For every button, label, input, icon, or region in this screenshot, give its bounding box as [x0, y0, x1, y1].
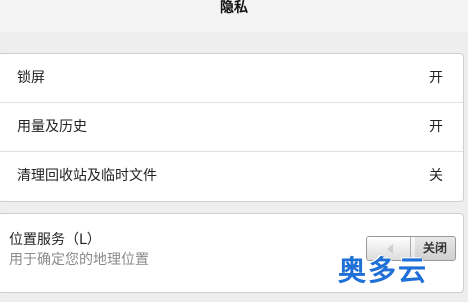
privacy-settings-group: 锁屏 开 用量及历史 开 清理回收站及临时文件 关 — [0, 53, 464, 202]
header-bar: 隐私 — [0, 0, 468, 32]
setting-label: 锁屏 — [17, 70, 45, 86]
watermark-logo: 奥多云 — [338, 254, 429, 287]
setting-row-lock-screen[interactable]: 锁屏 开 — [0, 54, 463, 103]
setting-value: 开 — [429, 119, 443, 135]
location-services-title: 位置服务（L） — [9, 232, 101, 248]
setting-label: 用量及历史 — [17, 119, 87, 135]
setting-value: 开 — [429, 70, 443, 86]
setting-row-usage-history[interactable]: 用量及历史 开 — [0, 103, 463, 152]
page-title: 隐私 — [220, 0, 248, 16]
location-services-description: 用于确定您的地理位置 — [9, 252, 149, 268]
setting-row-clear-trash[interactable]: 清理回收站及临时文件 关 — [0, 152, 463, 201]
setting-label: 清理回收站及临时文件 — [17, 168, 157, 184]
setting-value: 关 — [429, 168, 443, 184]
